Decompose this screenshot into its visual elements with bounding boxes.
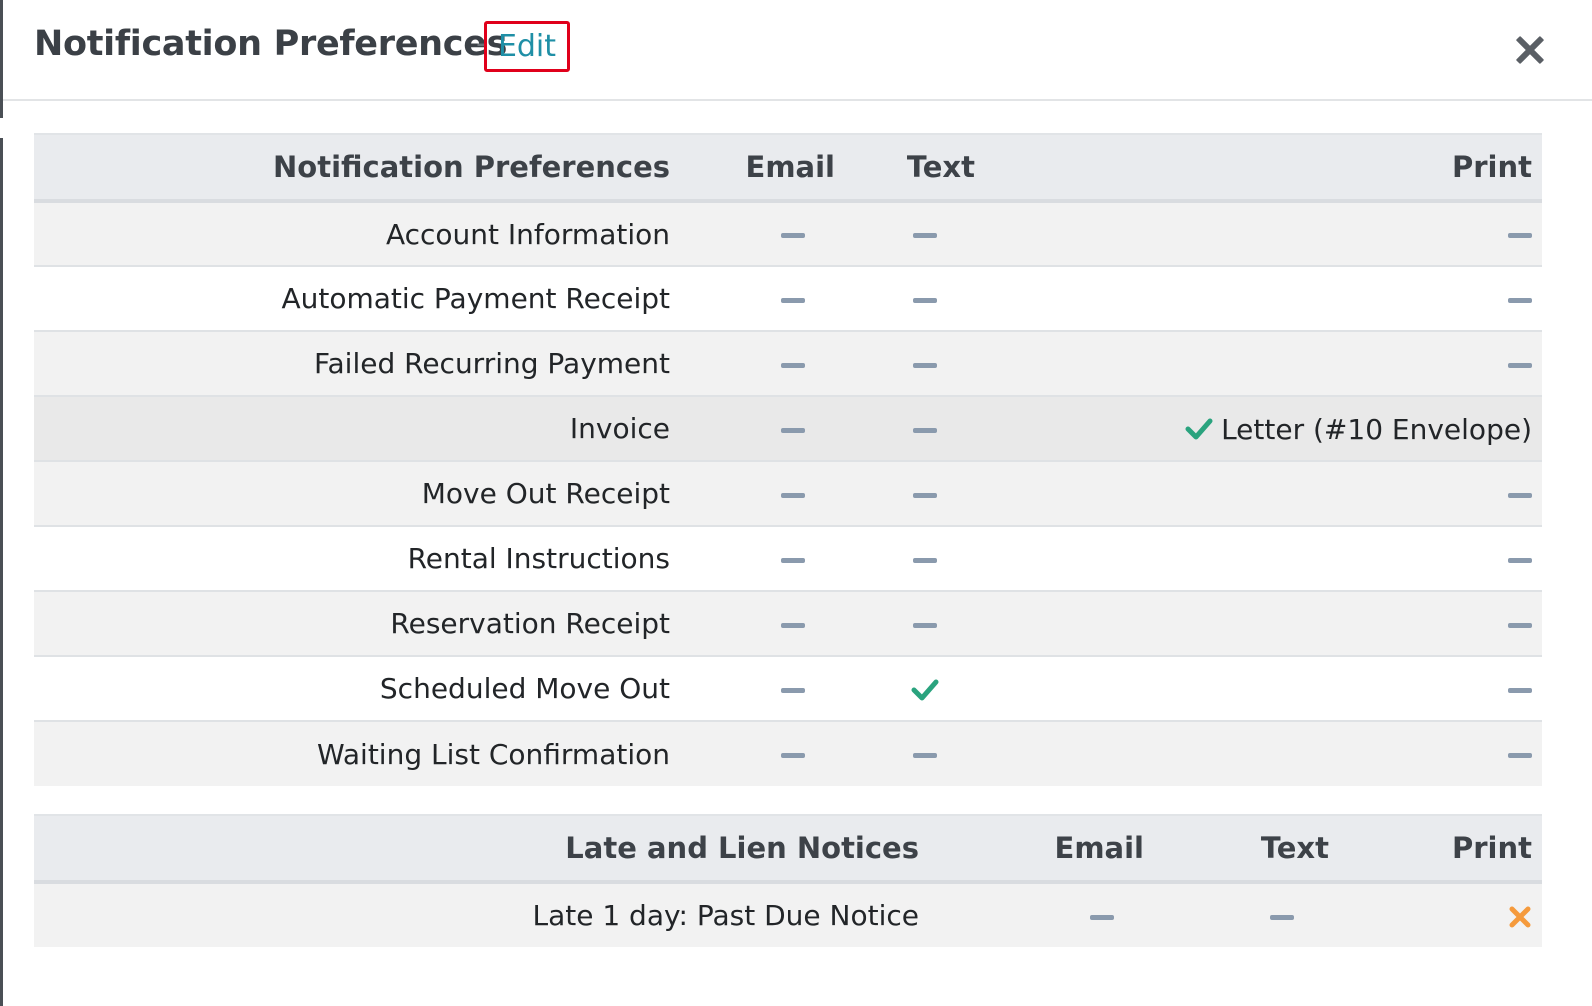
table-row: Rental Instructions <box>34 526 1542 591</box>
table-row: Scheduled Move Out <box>34 656 1542 721</box>
table-row: Waiting List Confirmation <box>34 721 1542 786</box>
dash-icon <box>1508 297 1532 303</box>
dash-icon <box>1089 914 1114 920</box>
cell-email <box>929 882 1154 947</box>
row-label: Rental Instructions <box>407 542 670 575</box>
dash-icon <box>1508 687 1532 693</box>
dash-icon <box>780 622 805 628</box>
dash-icon <box>913 233 937 238</box>
dash-icon <box>913 427 937 433</box>
cell-text <box>845 266 985 331</box>
cell-print <box>985 266 1542 331</box>
dash-icon <box>913 557 937 563</box>
cell-email <box>680 396 845 461</box>
dash-icon <box>780 297 805 303</box>
cell-text <box>1154 882 1339 947</box>
dash-icon <box>780 492 805 498</box>
cell-print <box>985 721 1542 786</box>
table-row: Automatic Payment Receipt <box>34 266 1542 331</box>
cell-print <box>985 656 1542 721</box>
edit-link[interactable]: Edit <box>484 21 570 72</box>
dash-icon <box>780 753 805 758</box>
cell-text <box>845 591 985 656</box>
cell-email <box>680 331 845 396</box>
cell-email <box>680 201 845 266</box>
cell-print: Letter (#10 Envelope) <box>985 396 1542 461</box>
column-header-text: Text <box>845 133 985 203</box>
dash-icon <box>780 687 805 693</box>
x-icon <box>1508 899 1532 932</box>
dash-icon <box>1508 233 1532 238</box>
row-label: Invoice <box>569 412 670 445</box>
dash-icon <box>1508 362 1532 368</box>
row-label: Automatic Payment Receipt <box>281 282 670 315</box>
column-header-preference: Notification Preferences <box>34 133 680 203</box>
cell-text <box>845 396 985 461</box>
dash-icon <box>1508 622 1532 628</box>
check-icon <box>911 672 939 705</box>
dash-icon <box>913 362 937 368</box>
cell-text <box>845 656 985 721</box>
cell-print <box>985 591 1542 656</box>
dash-icon <box>1508 557 1532 563</box>
window-edge <box>0 0 3 1006</box>
cell-print <box>1339 882 1542 947</box>
dash-icon <box>1269 914 1294 920</box>
row-label: Move Out Receipt <box>421 477 670 510</box>
row-label: Failed Recurring Payment <box>313 347 670 380</box>
dash-icon <box>780 362 805 368</box>
table-row: Failed Recurring Payment <box>34 331 1542 396</box>
table-row: Reservation Receipt <box>34 591 1542 656</box>
table-header-row: Notification Preferences Email Text Prin… <box>34 133 1542 203</box>
cell-email <box>680 656 845 721</box>
dash-icon <box>1508 753 1532 758</box>
dash-icon <box>1508 492 1532 498</box>
column-header-email: Email <box>929 814 1154 884</box>
dash-icon <box>913 492 937 498</box>
row-label: Waiting List Confirmation <box>316 737 670 771</box>
modal-header: Notification Preferences - Edit <box>3 0 1592 101</box>
dash-icon <box>780 557 805 563</box>
table-header-row: Late and Lien Notices Email Text Print <box>34 814 1542 884</box>
dash-icon <box>913 753 937 758</box>
column-header-text: Text <box>1154 814 1339 884</box>
column-header-late-notices: Late and Lien Notices <box>34 814 929 884</box>
cell-email <box>680 721 845 786</box>
cell-text <box>845 461 985 526</box>
column-header-email: Email <box>680 133 845 203</box>
print-format-label: Letter (#10 Envelope) <box>1221 412 1532 446</box>
window-edge-gap <box>0 118 3 138</box>
dash-icon <box>913 622 937 628</box>
notification-preferences-table: Notification Preferences Email Text Prin… <box>34 133 1542 786</box>
cell-print <box>985 331 1542 396</box>
dash-icon <box>780 427 805 433</box>
check-icon <box>1185 411 1213 444</box>
table-row: Account Information <box>34 201 1542 266</box>
row-label: Late 1 day: Past Due Notice <box>532 899 919 932</box>
cell-print <box>985 201 1542 266</box>
dash-icon <box>780 233 805 238</box>
table-row: Late 1 day: Past Due Notice <box>34 882 1542 947</box>
late-lien-notices-table: Late and Lien Notices Email Text Print L… <box>34 814 1542 947</box>
cell-text <box>845 721 985 786</box>
column-header-print: Print <box>985 133 1542 203</box>
cell-text <box>845 201 985 266</box>
cell-print <box>985 461 1542 526</box>
cell-email <box>680 591 845 656</box>
cell-email <box>680 461 845 526</box>
cell-email <box>680 266 845 331</box>
close-icon[interactable] <box>1511 31 1549 69</box>
table-row: Invoice Letter (#10 Envelope) <box>34 396 1542 461</box>
row-label: Account Information <box>385 217 670 251</box>
dash-icon <box>913 297 937 303</box>
cell-print <box>985 526 1542 591</box>
cell-text <box>845 331 985 396</box>
cell-text <box>845 526 985 591</box>
row-label: Scheduled Move Out <box>379 672 670 705</box>
table-row: Move Out Receipt <box>34 461 1542 526</box>
modal-title: Notification Preferences <box>34 24 508 64</box>
row-label: Reservation Receipt <box>390 607 670 640</box>
column-header-print: Print <box>1339 814 1542 884</box>
cell-email <box>680 526 845 591</box>
